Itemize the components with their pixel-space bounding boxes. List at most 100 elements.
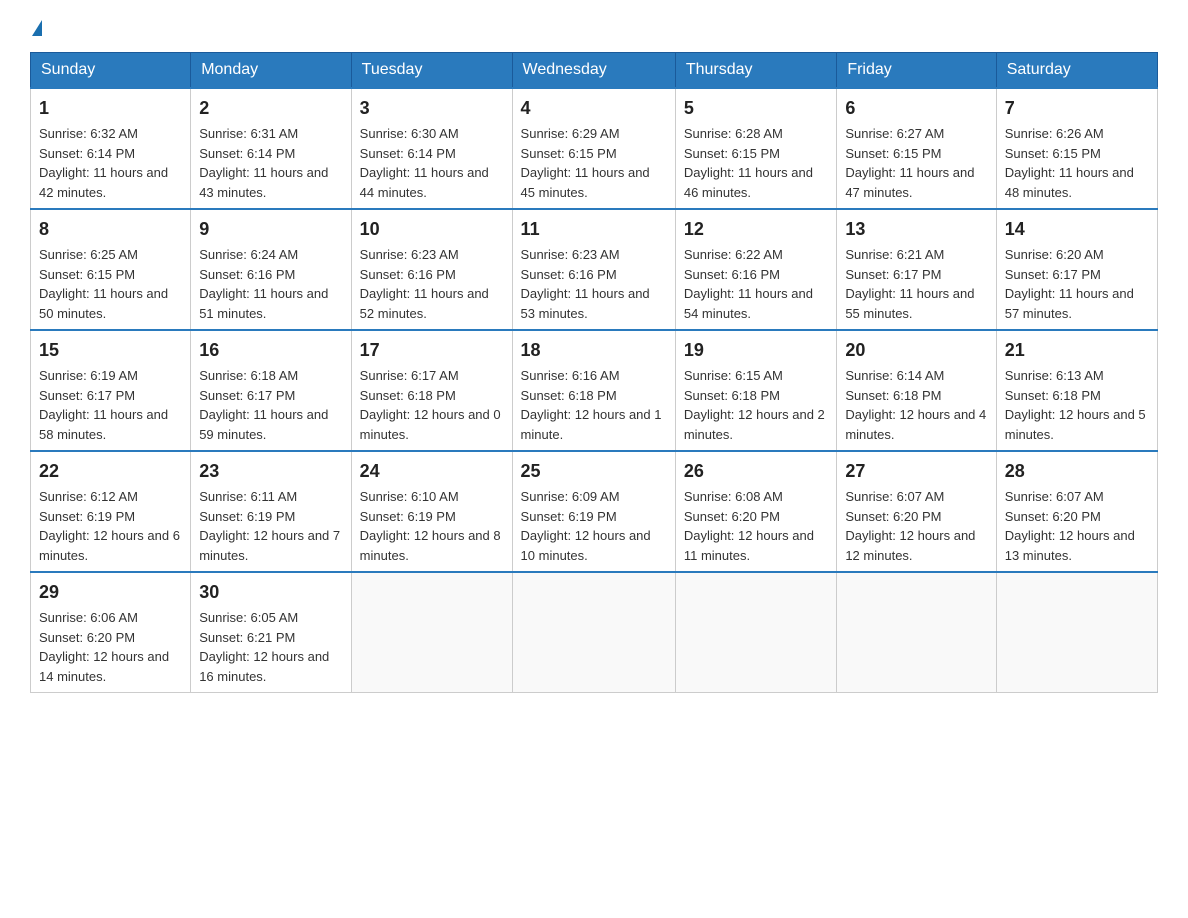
day-number: 17 bbox=[360, 337, 504, 364]
sunset-label: Sunset: 6:14 PM bbox=[199, 146, 295, 161]
week-row-3: 15 Sunrise: 6:19 AM Sunset: 6:17 PM Dayl… bbox=[31, 330, 1158, 451]
day-number: 1 bbox=[39, 95, 182, 122]
daylight-label: Daylight: 11 hours and 46 minutes. bbox=[684, 165, 813, 200]
sunrise-label: Sunrise: 6:25 AM bbox=[39, 247, 138, 262]
daylight-label: Daylight: 11 hours and 42 minutes. bbox=[39, 165, 168, 200]
day-number: 27 bbox=[845, 458, 987, 485]
calendar-cell: 5 Sunrise: 6:28 AM Sunset: 6:15 PM Dayli… bbox=[675, 88, 836, 209]
sunrise-label: Sunrise: 6:11 AM bbox=[199, 489, 297, 504]
day-number: 23 bbox=[199, 458, 342, 485]
sunset-label: Sunset: 6:15 PM bbox=[521, 146, 617, 161]
sunrise-label: Sunrise: 6:30 AM bbox=[360, 126, 459, 141]
logo-triangle-icon bbox=[32, 20, 42, 36]
sunset-label: Sunset: 6:15 PM bbox=[1005, 146, 1101, 161]
daylight-label: Daylight: 12 hours and 6 minutes. bbox=[39, 528, 180, 563]
calendar-cell: 24 Sunrise: 6:10 AM Sunset: 6:19 PM Dayl… bbox=[351, 451, 512, 572]
sunrise-label: Sunrise: 6:05 AM bbox=[199, 610, 298, 625]
day-number: 19 bbox=[684, 337, 828, 364]
calendar-cell: 30 Sunrise: 6:05 AM Sunset: 6:21 PM Dayl… bbox=[191, 572, 351, 693]
sunset-label: Sunset: 6:21 PM bbox=[199, 630, 295, 645]
sunrise-label: Sunrise: 6:26 AM bbox=[1005, 126, 1104, 141]
day-header-saturday: Saturday bbox=[996, 53, 1157, 89]
calendar-cell: 28 Sunrise: 6:07 AM Sunset: 6:20 PM Dayl… bbox=[996, 451, 1157, 572]
calendar-body: 1 Sunrise: 6:32 AM Sunset: 6:14 PM Dayli… bbox=[31, 88, 1158, 693]
calendar-cell: 19 Sunrise: 6:15 AM Sunset: 6:18 PM Dayl… bbox=[675, 330, 836, 451]
calendar-cell: 4 Sunrise: 6:29 AM Sunset: 6:15 PM Dayli… bbox=[512, 88, 675, 209]
daylight-label: Daylight: 12 hours and 12 minutes. bbox=[845, 528, 975, 563]
sunset-label: Sunset: 6:20 PM bbox=[39, 630, 135, 645]
day-number: 22 bbox=[39, 458, 182, 485]
sunrise-label: Sunrise: 6:14 AM bbox=[845, 368, 944, 383]
sunrise-label: Sunrise: 6:06 AM bbox=[39, 610, 138, 625]
sunset-label: Sunset: 6:19 PM bbox=[199, 509, 295, 524]
calendar-cell: 12 Sunrise: 6:22 AM Sunset: 6:16 PM Dayl… bbox=[675, 209, 836, 330]
sunset-label: Sunset: 6:17 PM bbox=[1005, 267, 1101, 282]
calendar-cell: 29 Sunrise: 6:06 AM Sunset: 6:20 PM Dayl… bbox=[31, 572, 191, 693]
calendar-cell: 7 Sunrise: 6:26 AM Sunset: 6:15 PM Dayli… bbox=[996, 88, 1157, 209]
calendar-cell: 9 Sunrise: 6:24 AM Sunset: 6:16 PM Dayli… bbox=[191, 209, 351, 330]
day-header-friday: Friday bbox=[837, 53, 996, 89]
day-number: 14 bbox=[1005, 216, 1149, 243]
week-row-5: 29 Sunrise: 6:06 AM Sunset: 6:20 PM Dayl… bbox=[31, 572, 1158, 693]
daylight-label: Daylight: 11 hours and 53 minutes. bbox=[521, 286, 650, 321]
sunrise-label: Sunrise: 6:09 AM bbox=[521, 489, 620, 504]
daylight-label: Daylight: 12 hours and 13 minutes. bbox=[1005, 528, 1135, 563]
daylight-label: Daylight: 11 hours and 58 minutes. bbox=[39, 407, 168, 442]
daylight-label: Daylight: 12 hours and 5 minutes. bbox=[1005, 407, 1146, 442]
day-number: 21 bbox=[1005, 337, 1149, 364]
sunrise-label: Sunrise: 6:21 AM bbox=[845, 247, 944, 262]
day-number: 5 bbox=[684, 95, 828, 122]
calendar-cell: 16 Sunrise: 6:18 AM Sunset: 6:17 PM Dayl… bbox=[191, 330, 351, 451]
sunrise-label: Sunrise: 6:07 AM bbox=[1005, 489, 1104, 504]
daylight-label: Daylight: 12 hours and 1 minute. bbox=[521, 407, 662, 442]
daylight-label: Daylight: 12 hours and 7 minutes. bbox=[199, 528, 340, 563]
day-header-thursday: Thursday bbox=[675, 53, 836, 89]
calendar-cell: 20 Sunrise: 6:14 AM Sunset: 6:18 PM Dayl… bbox=[837, 330, 996, 451]
day-number: 3 bbox=[360, 95, 504, 122]
sunset-label: Sunset: 6:14 PM bbox=[360, 146, 456, 161]
daylight-label: Daylight: 11 hours and 48 minutes. bbox=[1005, 165, 1134, 200]
calendar-cell bbox=[837, 572, 996, 693]
sunset-label: Sunset: 6:17 PM bbox=[845, 267, 941, 282]
day-header-monday: Monday bbox=[191, 53, 351, 89]
sunrise-label: Sunrise: 6:32 AM bbox=[39, 126, 138, 141]
sunrise-label: Sunrise: 6:29 AM bbox=[521, 126, 620, 141]
calendar-cell: 17 Sunrise: 6:17 AM Sunset: 6:18 PM Dayl… bbox=[351, 330, 512, 451]
sunset-label: Sunset: 6:15 PM bbox=[684, 146, 780, 161]
day-header-tuesday: Tuesday bbox=[351, 53, 512, 89]
calendar-cell bbox=[351, 572, 512, 693]
day-number: 15 bbox=[39, 337, 182, 364]
daylight-label: Daylight: 11 hours and 44 minutes. bbox=[360, 165, 489, 200]
calendar-cell: 11 Sunrise: 6:23 AM Sunset: 6:16 PM Dayl… bbox=[512, 209, 675, 330]
day-number: 16 bbox=[199, 337, 342, 364]
day-number: 9 bbox=[199, 216, 342, 243]
calendar-cell bbox=[996, 572, 1157, 693]
calendar-cell: 1 Sunrise: 6:32 AM Sunset: 6:14 PM Dayli… bbox=[31, 88, 191, 209]
sunset-label: Sunset: 6:15 PM bbox=[39, 267, 135, 282]
sunrise-label: Sunrise: 6:22 AM bbox=[684, 247, 783, 262]
sunrise-label: Sunrise: 6:23 AM bbox=[360, 247, 459, 262]
daylight-label: Daylight: 12 hours and 8 minutes. bbox=[360, 528, 501, 563]
calendar-cell: 21 Sunrise: 6:13 AM Sunset: 6:18 PM Dayl… bbox=[996, 330, 1157, 451]
sunrise-label: Sunrise: 6:10 AM bbox=[360, 489, 459, 504]
calendar-cell: 13 Sunrise: 6:21 AM Sunset: 6:17 PM Dayl… bbox=[837, 209, 996, 330]
sunrise-label: Sunrise: 6:20 AM bbox=[1005, 247, 1104, 262]
daylight-label: Daylight: 11 hours and 47 minutes. bbox=[845, 165, 974, 200]
page-header bbox=[30, 20, 1158, 36]
daylight-label: Daylight: 12 hours and 10 minutes. bbox=[521, 528, 651, 563]
day-number: 18 bbox=[521, 337, 667, 364]
sunrise-label: Sunrise: 6:13 AM bbox=[1005, 368, 1104, 383]
day-header-wednesday: Wednesday bbox=[512, 53, 675, 89]
daylight-label: Daylight: 12 hours and 0 minutes. bbox=[360, 407, 501, 442]
sunset-label: Sunset: 6:20 PM bbox=[1005, 509, 1101, 524]
sunset-label: Sunset: 6:16 PM bbox=[360, 267, 456, 282]
sunset-label: Sunset: 6:16 PM bbox=[199, 267, 295, 282]
calendar-cell: 27 Sunrise: 6:07 AM Sunset: 6:20 PM Dayl… bbox=[837, 451, 996, 572]
calendar-cell bbox=[675, 572, 836, 693]
day-number: 6 bbox=[845, 95, 987, 122]
calendar-cell: 2 Sunrise: 6:31 AM Sunset: 6:14 PM Dayli… bbox=[191, 88, 351, 209]
days-of-week-row: SundayMondayTuesdayWednesdayThursdayFrid… bbox=[31, 53, 1158, 89]
day-number: 7 bbox=[1005, 95, 1149, 122]
day-number: 12 bbox=[684, 216, 828, 243]
daylight-label: Daylight: 12 hours and 16 minutes. bbox=[199, 649, 329, 684]
